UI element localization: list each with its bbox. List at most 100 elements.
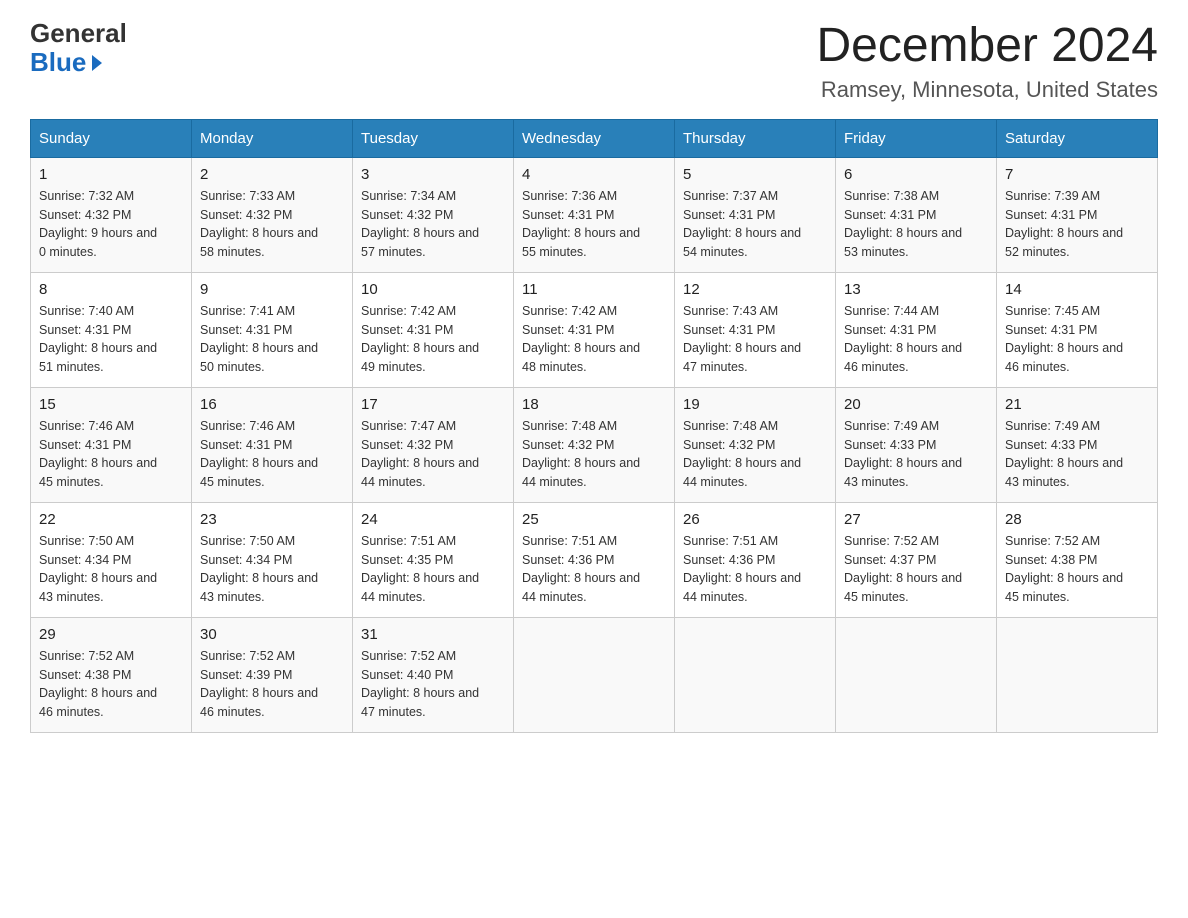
day-number: 1 — [39, 166, 183, 183]
day-number: 15 — [39, 396, 183, 413]
day-number: 29 — [39, 626, 183, 643]
day-number: 25 — [522, 511, 666, 528]
day-info: Sunrise: 7:40 AMSunset: 4:31 PMDaylight:… — [39, 302, 183, 377]
calendar-cell: 5Sunrise: 7:37 AMSunset: 4:31 PMDaylight… — [675, 157, 836, 272]
day-number: 24 — [361, 511, 505, 528]
day-number: 13 — [844, 281, 988, 298]
day-info: Sunrise: 7:37 AMSunset: 4:31 PMDaylight:… — [683, 187, 827, 262]
day-info: Sunrise: 7:39 AMSunset: 4:31 PMDaylight:… — [1005, 187, 1149, 262]
day-number: 20 — [844, 396, 988, 413]
calendar-cell: 12 Sunrise: 7:43 AMSunset: 4:31 PMDayligh… — [675, 272, 836, 387]
day-info: Sunrise: 7:43 AMSunset: 4:31 PMDaylight:… — [683, 302, 827, 377]
day-number: 18 — [522, 396, 666, 413]
day-info: Sunrise: 7:52 AMSunset: 4:39 PMDaylight:… — [200, 647, 344, 722]
calendar-cell: 11Sunrise: 7:42 AMSunset: 4:31 PMDayligh… — [514, 272, 675, 387]
day-number: 19 — [683, 396, 827, 413]
day-info: Sunrise: 7:41 AMSunset: 4:31 PMDaylight:… — [200, 302, 344, 377]
day-number: 28 — [1005, 511, 1149, 528]
day-info: Sunrise: 7:42 AMSunset: 4:31 PMDaylight:… — [522, 302, 666, 377]
day-info: Sunrise: 7:32 AMSunset: 4:32 PMDaylight:… — [39, 187, 183, 262]
calendar-cell: 3 Sunrise: 7:34 AMSunset: 4:32 PMDaylight… — [353, 157, 514, 272]
day-info: Sunrise: 7:48 AMSunset: 4:32 PMDaylight:… — [522, 417, 666, 492]
calendar-week-1: 1 Sunrise: 7:32 AMSunset: 4:32 PMDaylight… — [31, 157, 1158, 272]
calendar-cell: 24 Sunrise: 7:51 AMSunset: 4:35 PMDayligh… — [353, 502, 514, 617]
calendar-cell: 23 Sunrise: 7:50 AMSunset: 4:34 PMDayligh… — [192, 502, 353, 617]
day-number: 6 — [844, 166, 988, 183]
day-info: Sunrise: 7:48 AMSunset: 4:32 PMDaylight:… — [683, 417, 827, 492]
day-number: 31 — [361, 626, 505, 643]
day-info: Sunrise: 7:46 AMSunset: 4:31 PMDaylight:… — [200, 417, 344, 492]
day-number: 2 — [200, 166, 344, 183]
calendar-cell: 25 Sunrise: 7:51 AMSunset: 4:36 PMDayligh… — [514, 502, 675, 617]
day-info: Sunrise: 7:47 AMSunset: 4:32 PMDaylight:… — [361, 417, 505, 492]
day-info: Sunrise: 7:36 AMSunset: 4:31 PMDaylight:… — [522, 187, 666, 262]
day-number: 4 — [522, 166, 666, 183]
day-number: 23 — [200, 511, 344, 528]
calendar-cell: 22 Sunrise: 7:50 AMSunset: 4:34 PMDayligh… — [31, 502, 192, 617]
day-info: Sunrise: 7:49 AMSunset: 4:33 PMDaylight:… — [844, 417, 988, 492]
day-number: 9 — [200, 281, 344, 298]
day-number: 8 — [39, 281, 183, 298]
calendar-cell: 31 Sunrise: 7:52 AMSunset: 4:40 PMDayligh… — [353, 617, 514, 732]
calendar-week-4: 22 Sunrise: 7:50 AMSunset: 4:34 PMDayligh… — [31, 502, 1158, 617]
day-info: Sunrise: 7:45 AMSunset: 4:31 PMDaylight:… — [1005, 302, 1149, 377]
header-day-thursday: Thursday — [675, 119, 836, 157]
day-number: 22 — [39, 511, 183, 528]
calendar-cell: 28 Sunrise: 7:52 AMSunset: 4:38 PMDayligh… — [997, 502, 1158, 617]
day-info: Sunrise: 7:52 AMSunset: 4:38 PMDaylight:… — [39, 647, 183, 722]
day-info: Sunrise: 7:51 AMSunset: 4:36 PMDaylight:… — [522, 532, 666, 607]
day-info: Sunrise: 7:33 AMSunset: 4:32 PMDaylight:… — [200, 187, 344, 262]
header-row: SundayMondayTuesdayWednesdayThursdayFrid… — [31, 119, 1158, 157]
calendar-cell — [997, 617, 1158, 732]
logo-text-general: General Blue — [30, 20, 127, 78]
day-info: Sunrise: 7:44 AMSunset: 4:31 PMDaylight:… — [844, 302, 988, 377]
calendar-cell: 6Sunrise: 7:38 AMSunset: 4:31 PMDaylight… — [836, 157, 997, 272]
calendar-week-5: 29 Sunrise: 7:52 AMSunset: 4:38 PMDayligh… — [31, 617, 1158, 732]
location-subtitle: Ramsey, Minnesota, United States — [816, 77, 1158, 103]
calendar-cell: 8 Sunrise: 7:40 AMSunset: 4:31 PMDaylight… — [31, 272, 192, 387]
calendar-cell — [836, 617, 997, 732]
header-day-friday: Friday — [836, 119, 997, 157]
calendar-cell: 13 Sunrise: 7:44 AMSunset: 4:31 PMDayligh… — [836, 272, 997, 387]
day-number: 7 — [1005, 166, 1149, 183]
calendar-body: 1 Sunrise: 7:32 AMSunset: 4:32 PMDaylight… — [31, 157, 1158, 732]
calendar-cell — [675, 617, 836, 732]
day-number: 12 — [683, 281, 827, 298]
calendar-table: SundayMondayTuesdayWednesdayThursdayFrid… — [30, 119, 1158, 733]
calendar-cell: 29 Sunrise: 7:52 AMSunset: 4:38 PMDayligh… — [31, 617, 192, 732]
header-day-monday: Monday — [192, 119, 353, 157]
title-section: December 2024 Ramsey, Minnesota, United … — [816, 20, 1158, 103]
day-info: Sunrise: 7:50 AMSunset: 4:34 PMDaylight:… — [39, 532, 183, 607]
header-day-tuesday: Tuesday — [353, 119, 514, 157]
day-info: Sunrise: 7:51 AMSunset: 4:35 PMDaylight:… — [361, 532, 505, 607]
day-info: Sunrise: 7:49 AMSunset: 4:33 PMDaylight:… — [1005, 417, 1149, 492]
day-info: Sunrise: 7:51 AMSunset: 4:36 PMDaylight:… — [683, 532, 827, 607]
day-info: Sunrise: 7:52 AMSunset: 4:40 PMDaylight:… — [361, 647, 505, 722]
page-header: General Blue December 2024 Ramsey, Minne… — [30, 20, 1158, 103]
calendar-cell: 26Sunrise: 7:51 AMSunset: 4:36 PMDayligh… — [675, 502, 836, 617]
calendar-cell — [514, 617, 675, 732]
day-info: Sunrise: 7:34 AMSunset: 4:32 PMDaylight:… — [361, 187, 505, 262]
calendar-cell: 1 Sunrise: 7:32 AMSunset: 4:32 PMDaylight… — [31, 157, 192, 272]
day-number: 27 — [844, 511, 988, 528]
day-number: 14 — [1005, 281, 1149, 298]
day-info: Sunrise: 7:50 AMSunset: 4:34 PMDaylight:… — [200, 532, 344, 607]
day-info: Sunrise: 7:42 AMSunset: 4:31 PMDaylight:… — [361, 302, 505, 377]
calendar-week-2: 8 Sunrise: 7:40 AMSunset: 4:31 PMDaylight… — [31, 272, 1158, 387]
calendar-cell: 2 Sunrise: 7:33 AMSunset: 4:32 PMDaylight… — [192, 157, 353, 272]
header-day-saturday: Saturday — [997, 119, 1158, 157]
calendar-cell: 9 Sunrise: 7:41 AMSunset: 4:31 PMDaylight… — [192, 272, 353, 387]
calendar-cell: 4 Sunrise: 7:36 AMSunset: 4:31 PMDaylight… — [514, 157, 675, 272]
day-number: 3 — [361, 166, 505, 183]
calendar-cell: 18 Sunrise: 7:48 AMSunset: 4:32 PMDayligh… — [514, 387, 675, 502]
day-info: Sunrise: 7:46 AMSunset: 4:31 PMDaylight:… — [39, 417, 183, 492]
header-day-wednesday: Wednesday — [514, 119, 675, 157]
calendar-cell: 16Sunrise: 7:46 AMSunset: 4:31 PMDayligh… — [192, 387, 353, 502]
calendar-header: SundayMondayTuesdayWednesdayThursdayFrid… — [31, 119, 1158, 157]
month-title: December 2024 — [816, 20, 1158, 73]
day-number: 21 — [1005, 396, 1149, 413]
day-info: Sunrise: 7:52 AMSunset: 4:38 PMDaylight:… — [1005, 532, 1149, 607]
header-day-sunday: Sunday — [31, 119, 192, 157]
calendar-cell: 14 Sunrise: 7:45 AMSunset: 4:31 PMDayligh… — [997, 272, 1158, 387]
day-number: 17 — [361, 396, 505, 413]
